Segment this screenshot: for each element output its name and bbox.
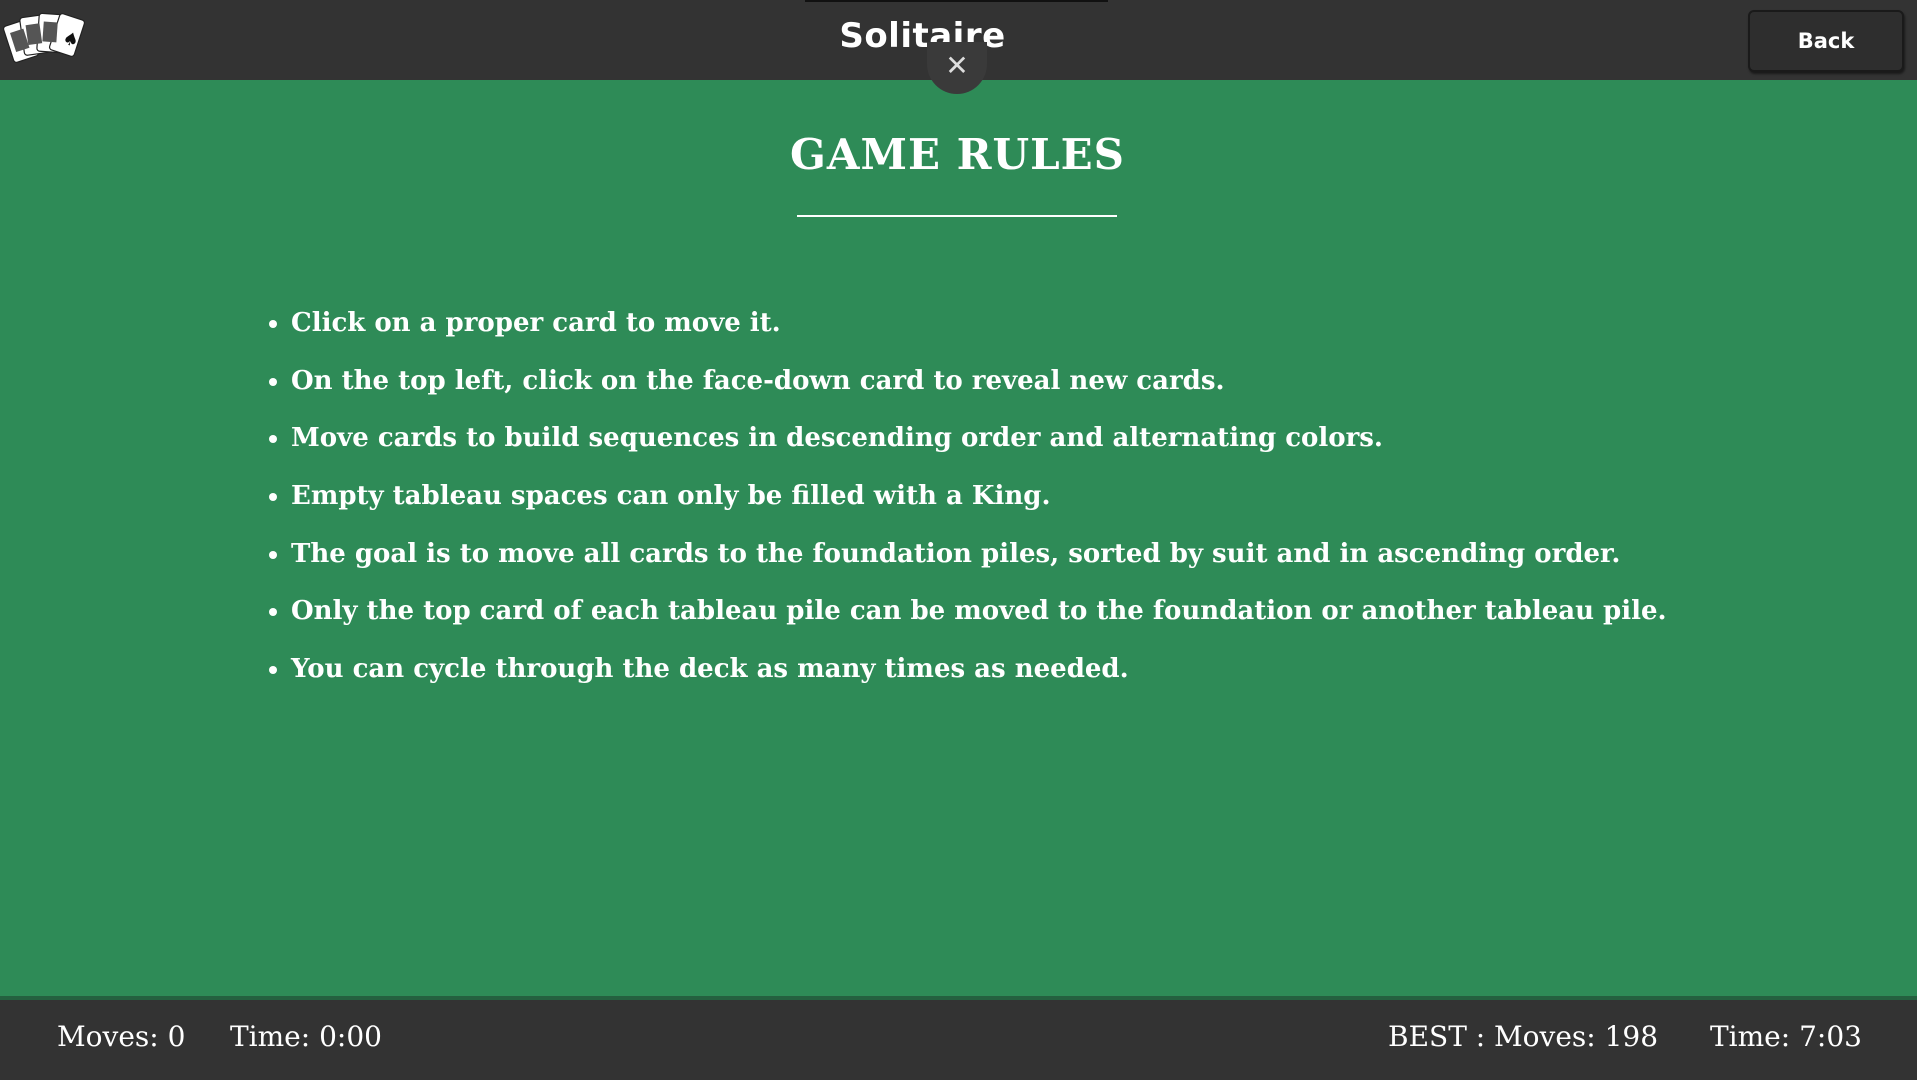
- close-icon: ✕: [945, 49, 969, 82]
- rules-title: GAME RULES: [790, 130, 1125, 179]
- best-label: BEST :: [1388, 1020, 1486, 1053]
- rule-item: The goal is to move all cards to the fou…: [291, 531, 1791, 589]
- best-moves: Moves: 198: [1494, 1020, 1659, 1053]
- rule-item: On the top left, click on the face-down …: [291, 358, 1791, 416]
- back-button[interactable]: Back: [1748, 10, 1904, 72]
- rules-divider: [797, 215, 1117, 217]
- rule-item: Click on a proper card to move it.: [291, 300, 1791, 358]
- time-counter: Time: 0:00: [230, 1020, 382, 1053]
- rules-list: Click on a proper card to move it. On th…: [263, 300, 1791, 704]
- close-rules-button[interactable]: ✕: [927, 42, 987, 94]
- top-bar-notch: [805, 0, 1108, 2]
- best-time: Time: 7:03: [1710, 1020, 1862, 1053]
- rule-item: Empty tableau spaces can only be filled …: [291, 473, 1791, 531]
- rule-item: You can cycle through the deck as many t…: [291, 646, 1791, 704]
- moves-counter: Moves: 0: [57, 1020, 186, 1053]
- rule-item: Move cards to build sequences in descend…: [291, 415, 1791, 473]
- rule-item: Only the top card of each tableau pile c…: [291, 588, 1791, 646]
- app-title: Solitaire: [839, 16, 1006, 56]
